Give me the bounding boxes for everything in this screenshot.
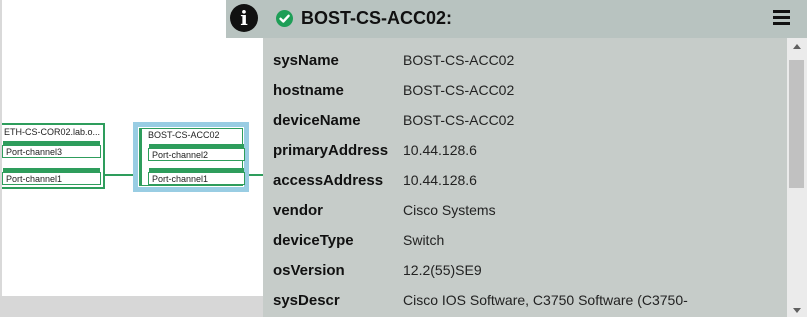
port-label: Port-channel1	[6, 174, 63, 184]
topology-node-eth-cs-cor02[interactable]: ETH-CS-COR02.lab.o... Port-channel3 Port…	[2, 123, 105, 189]
scroll-down-arrow-icon[interactable]	[793, 308, 801, 313]
property-key: osVersion	[273, 262, 345, 279]
info-icon[interactable]: i	[230, 4, 258, 32]
node-title: BOST-CS-ACC02	[148, 130, 220, 140]
property-value: 10.44.128.6	[403, 142, 477, 158]
port-status-bar	[3, 141, 100, 146]
port-label: Port-channel1	[152, 174, 209, 184]
port-channel1[interactable]: Port-channel1	[148, 168, 245, 185]
property-value: 10.44.128.6	[403, 172, 477, 188]
property-value: 12.2(55)SE9	[403, 262, 482, 278]
property-key: vendor	[273, 202, 324, 219]
property-key: deviceType	[273, 232, 354, 249]
link-line[interactable]	[249, 174, 263, 176]
port-channel1[interactable]: Port-channel1	[2, 168, 101, 185]
status-ok-icon	[276, 10, 293, 27]
port-label: Port-channel3	[6, 147, 63, 157]
link-line[interactable]	[105, 174, 133, 176]
info-panel-body: sysName BOST-CS-ACC02 hostname BOST-CS-A…	[263, 38, 787, 317]
property-value: Switch	[403, 232, 445, 248]
property-key: hostname	[273, 82, 344, 99]
hamburger-menu-icon[interactable]	[773, 10, 790, 25]
property-value: BOST-CS-ACC02	[403, 52, 515, 68]
port-status-bar	[3, 168, 100, 173]
port-channel3[interactable]: Port-channel3	[2, 141, 101, 158]
port-status-bar	[149, 168, 244, 173]
node-title: ETH-CS-COR02.lab.o...	[4, 127, 100, 137]
port-label: Port-channel2	[152, 150, 209, 160]
panel-title: BOST-CS-ACC02:	[301, 8, 453, 28]
topology-node-bost-cs-acc02[interactable]: BOST-CS-ACC02 Port-channel2 Port-channel…	[133, 122, 249, 192]
property-value: Cisco IOS Software, C3750 Software (C375…	[403, 292, 688, 308]
property-key: accessAddress	[273, 172, 384, 189]
property-key: sysDescr	[273, 292, 340, 309]
scroll-up-arrow-icon[interactable]	[793, 44, 801, 49]
port-channel2[interactable]: Port-channel2	[148, 144, 245, 161]
horizontal-scrollbar[interactable]	[0, 296, 270, 317]
property-key: primaryAddress	[273, 142, 389, 159]
port-status-bar	[149, 144, 244, 149]
property-value: Cisco Systems	[403, 202, 496, 218]
scrollbar-thumb[interactable]	[789, 60, 804, 188]
property-key: deviceName	[273, 112, 361, 129]
node-body: BOST-CS-ACC02 Port-channel2 Port-channel…	[139, 128, 245, 186]
property-key: sysName	[273, 52, 339, 69]
property-value: BOST-CS-ACC02	[403, 82, 515, 98]
property-value: BOST-CS-ACC02	[403, 112, 515, 128]
